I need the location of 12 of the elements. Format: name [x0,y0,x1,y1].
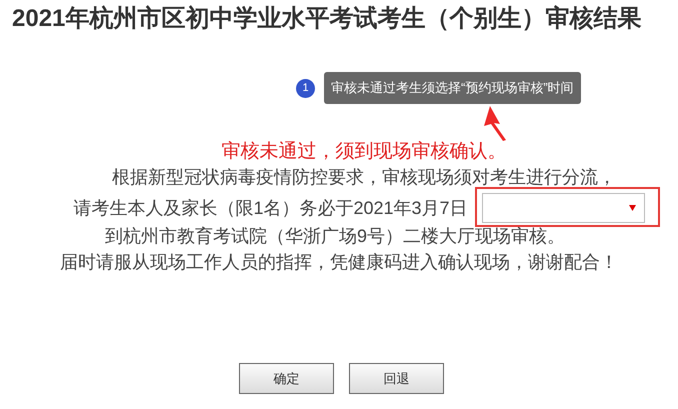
date-dropdown[interactable] [482,193,645,223]
dropdown-caret-icon [628,205,636,211]
page-title: 2021年杭州市区初中学业水平考试考生（个别生）审核结果 [12,4,642,34]
instruction-text: 届时请服从现场工作人员的指挥，凭健康码进入确认现场，谢谢配合！ [60,252,618,272]
warning-text: 审核未通过，须到现场审核确认。 [222,140,506,164]
action-button[interactable]: 回退 [349,363,444,394]
instruction-text: 到杭州市教育考试院（华浙广场9号）二楼大厅现场审核。 [104,226,565,246]
tooltip: 审核未通过考生须选择“预约现场审核”时间 [324,72,581,104]
step-badge: 1 [296,78,315,98]
action-button[interactable]: 确定 [239,363,334,394]
instruction-text: 请考生本人及家长（限1名）务必于2021年3月7日 [73,197,468,220]
instruction-text: 根据新型冠状病毒疫情防控要求，审核现场须对考生进行分流， [112,167,616,187]
